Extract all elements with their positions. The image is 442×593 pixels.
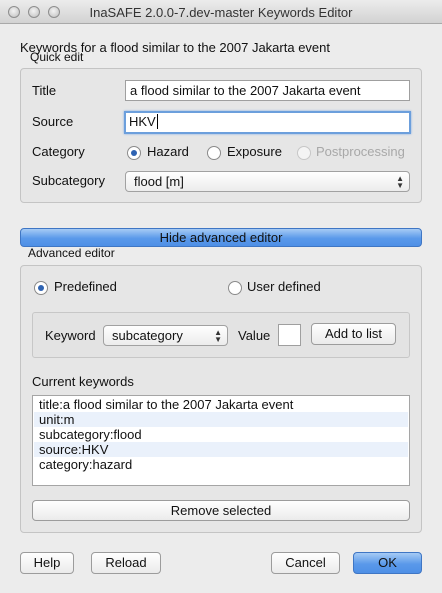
value-input[interactable] [278, 324, 301, 346]
keyword-list-item[interactable]: subcategory:flood [34, 427, 408, 442]
updown-arrows-icon: ▲ ▼ [214, 328, 222, 344]
keyword-list-item[interactable]: unit:m [34, 412, 408, 427]
current-keywords-label: Current keywords [32, 374, 134, 389]
title-input[interactable]: a flood similar to the 2007 Jakarta even… [125, 80, 410, 101]
keyword-list-item[interactable]: category:hazard [34, 457, 408, 472]
window-title: InaSAFE 2.0.0-7.dev-master Keywords Edit… [89, 5, 353, 20]
text-cursor [156, 114, 158, 129]
keyword-select[interactable]: subcategory ▲ ▼ [103, 325, 228, 346]
subcategory-label: Subcategory [32, 173, 105, 188]
help-button[interactable]: Help [20, 552, 74, 574]
value-label: Value [238, 328, 271, 343]
subcategory-select[interactable]: flood [m] ▲ ▼ [125, 171, 410, 192]
keyword-select-value: subcategory [112, 328, 183, 343]
subcategory-select-value: flood [m] [134, 174, 184, 189]
exposure-radio-label[interactable]: Exposure [227, 144, 282, 159]
hazard-radio-label[interactable]: Hazard [147, 144, 189, 159]
ok-button[interactable]: OK [353, 552, 422, 574]
title-label: Title [32, 83, 57, 98]
advanced-editor-legend: Advanced editor [28, 246, 115, 260]
keyword-label: Keyword [45, 328, 96, 343]
keyword-list-item[interactable]: source:HKV [34, 442, 408, 457]
current-keywords-list[interactable]: title:a flood similar to the 2007 Jakart… [32, 395, 410, 486]
exposure-radio[interactable] [207, 146, 221, 160]
category-label: Category [32, 144, 85, 159]
remove-selected-button[interactable]: Remove selected [32, 500, 410, 521]
quick-edit-legend: Quick edit [30, 50, 84, 64]
postprocessing-radio [297, 146, 311, 160]
predefined-radio-label[interactable]: Predefined [54, 279, 117, 294]
source-value: HKV [129, 114, 156, 129]
hazard-radio[interactable] [127, 146, 141, 160]
reload-button[interactable]: Reload [91, 552, 161, 574]
updown-arrows-icon: ▲ ▼ [396, 174, 404, 190]
cancel-button[interactable]: Cancel [271, 552, 340, 574]
source-label: Source [32, 114, 74, 129]
user-defined-radio-label[interactable]: User defined [247, 279, 321, 294]
hide-advanced-editor-button[interactable]: Hide advanced editor [20, 228, 422, 247]
postprocessing-radio-label: Postprocessing [316, 144, 405, 159]
add-to-list-button[interactable]: Add to list [311, 323, 396, 345]
title-bar: InaSAFE 2.0.0-7.dev-master Keywords Edit… [0, 0, 442, 24]
source-input[interactable]: HKV [124, 111, 411, 134]
keyword-list-item[interactable]: title:a flood similar to the 2007 Jakart… [34, 397, 408, 412]
predefined-radio[interactable] [34, 281, 48, 295]
user-defined-radio[interactable] [228, 281, 242, 295]
